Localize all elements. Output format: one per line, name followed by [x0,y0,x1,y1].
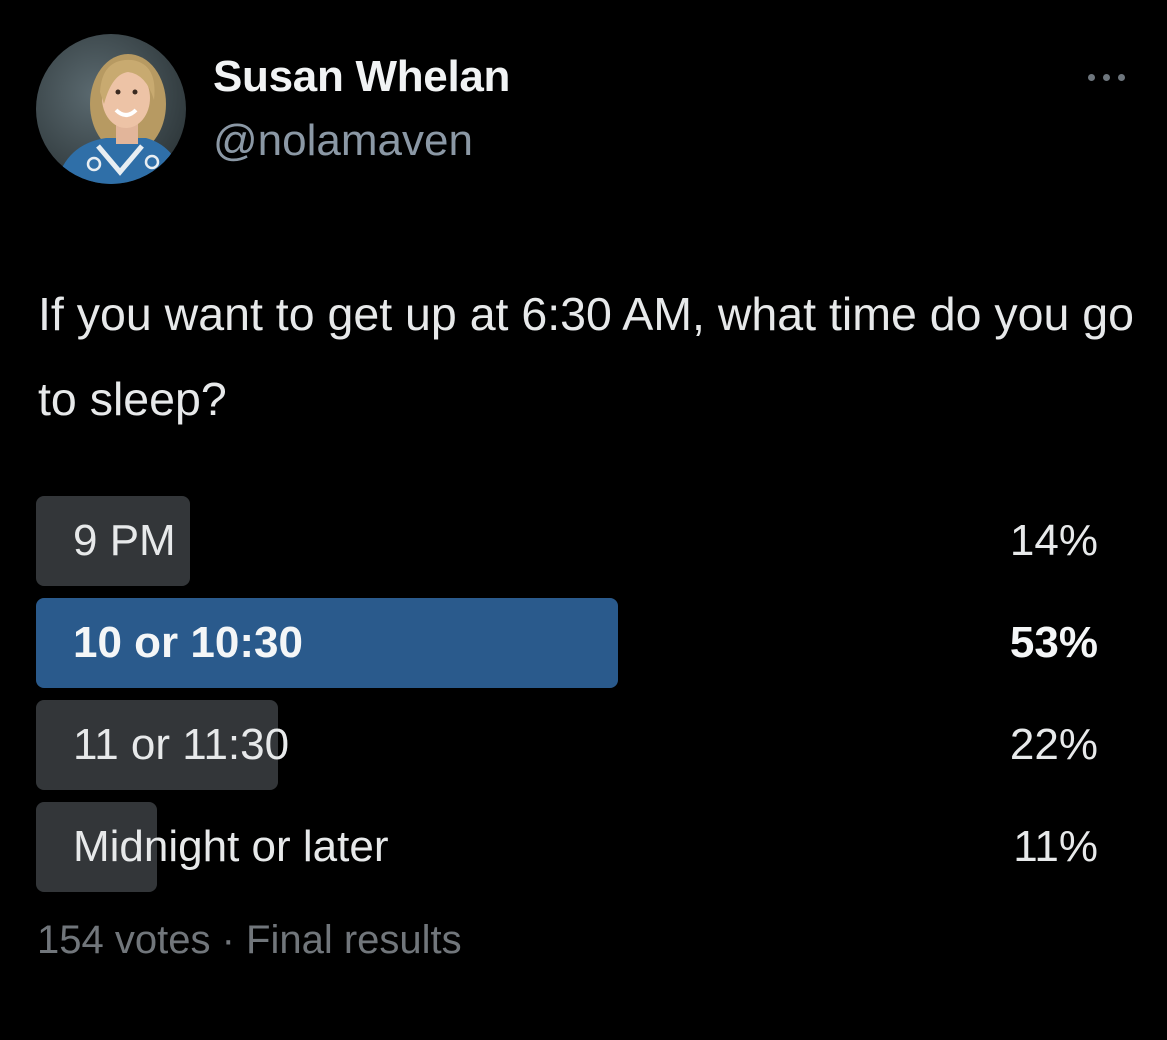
poll-status: Final results [246,918,462,962]
ellipsis-dot [1088,74,1095,81]
poll-option-label: 9 PM [73,516,176,565]
author-handle[interactable]: @nolamaven [213,116,473,166]
poll-option-percent: 53% [1009,618,1098,667]
poll-option[interactable]: 9 PM 14% [36,496,1098,586]
author-name[interactable]: Susan Whelan [213,52,510,102]
ellipsis-dot [1118,74,1125,81]
poll-option-label: 11 or 11:30 [73,720,290,769]
tweet-card: Susan Whelan @nolamaven If you want to g… [0,0,1167,1040]
avatar[interactable] [36,34,186,184]
poll-option-label: 10 or 10:30 [73,618,303,667]
poll-footer: 154 votes · Final results [37,918,462,963]
poll-option-percent: 22% [1009,720,1098,769]
poll-option-label: Midnight or later [73,822,389,871]
profile-photo-icon [36,34,186,184]
separator: · [221,918,235,962]
poll-option-percent: 14% [1009,516,1098,565]
poll-option[interactable]: 10 or 10:30 53% [36,598,1098,688]
poll-option-percent: 11% [1013,822,1098,871]
ellipsis-dot [1103,74,1110,81]
ellipsis-icon[interactable] [1084,62,1132,92]
poll-option[interactable]: 11 or 11:30 22% [36,700,1098,790]
poll: 9 PM 14% 10 or 10:30 53% 11 or 11:30 22%… [36,496,1098,904]
vote-count: 154 votes [37,918,211,962]
tweet-text: If you want to get up at 6:30 AM, what t… [38,288,1134,425]
poll-option[interactable]: Midnight or later 11% [36,802,1098,892]
